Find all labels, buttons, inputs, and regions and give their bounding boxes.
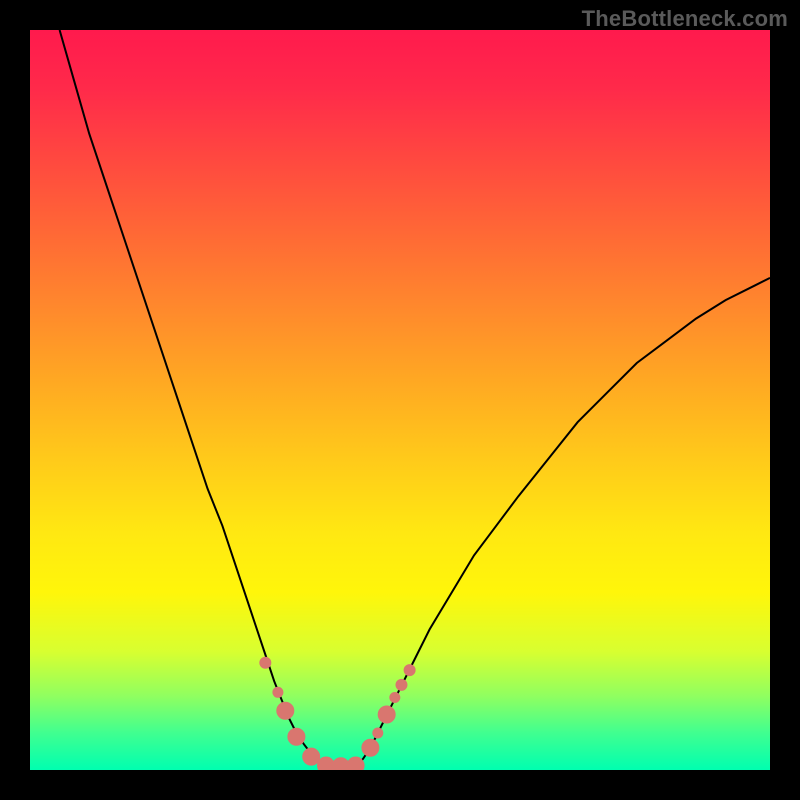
data-marker: [277, 702, 294, 719]
data-marker: [260, 657, 271, 668]
data-marker: [373, 728, 383, 738]
data-marker: [378, 706, 395, 723]
bottleneck-curve-right-curve: [356, 278, 770, 766]
watermark-text: TheBottleneck.com: [582, 6, 788, 32]
data-marker: [332, 758, 349, 770]
data-marker: [273, 687, 283, 697]
data-marker: [362, 739, 379, 756]
bottleneck-curve-left-curve: [60, 30, 326, 766]
curve-overlay: [30, 30, 770, 770]
data-marker: [318, 757, 335, 770]
data-marker: [396, 679, 407, 690]
data-marker: [288, 728, 305, 745]
data-marker: [390, 692, 400, 702]
chart-frame: TheBottleneck.com: [0, 0, 800, 800]
data-marker: [404, 665, 415, 676]
data-marker: [303, 748, 320, 765]
plot-area: [30, 30, 770, 770]
data-marker: [347, 757, 364, 770]
